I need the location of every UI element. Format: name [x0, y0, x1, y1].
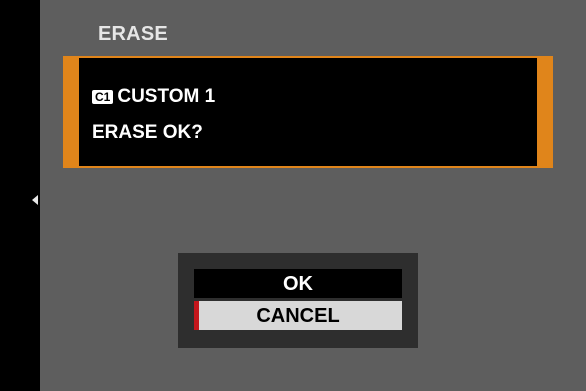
- cancel-option-label: CANCEL: [256, 305, 340, 327]
- message-box: C1 CUSTOM 1 ERASE OK?: [63, 56, 553, 168]
- confirm-dialog: OK CANCEL: [178, 253, 418, 348]
- camera-menu-screen: ERASE C1 CUSTOM 1 ERASE OK? OK CANCEL: [0, 0, 586, 391]
- profile-name: CUSTOM 1: [117, 86, 216, 107]
- page-title: ERASE: [98, 23, 168, 45]
- c1-badge-icon: C1: [92, 90, 114, 104]
- left-arrow-icon[interactable]: [32, 195, 38, 205]
- cancel-option[interactable]: CANCEL: [194, 301, 402, 330]
- ok-option[interactable]: OK: [194, 269, 402, 298]
- confirm-prompt: ERASE OK?: [92, 122, 203, 143]
- profile-line: C1 CUSTOM 1: [92, 86, 215, 108]
- selection-cursor: [194, 301, 199, 330]
